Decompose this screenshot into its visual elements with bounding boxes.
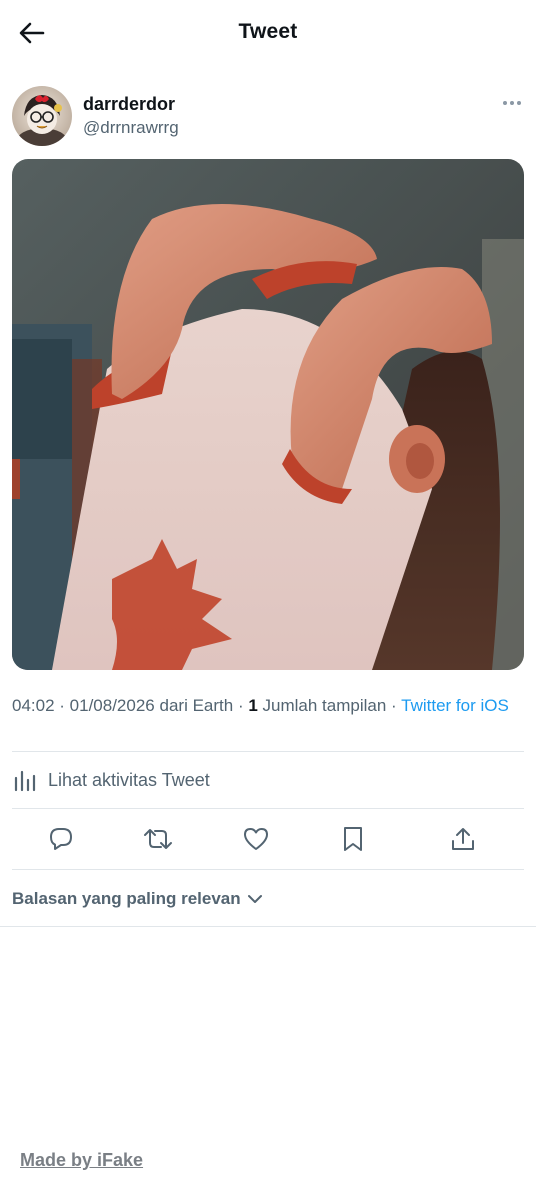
- photo-image: [12, 159, 524, 670]
- reply-icon: [50, 828, 72, 850]
- view-tweet-activity-button[interactable]: Lihat aktivitas Tweet: [12, 755, 524, 805]
- divider: [12, 869, 524, 870]
- replies-sort-dropdown[interactable]: Balasan yang paling relevan: [12, 886, 263, 912]
- divider: [12, 808, 524, 809]
- tweet-date: 01/08/2026: [69, 696, 155, 715]
- bookmark-icon: [344, 827, 362, 851]
- divider: [0, 926, 536, 927]
- tweet-source-link[interactable]: Twitter for iOS: [401, 696, 509, 715]
- tweet-author: darrderdor @drrnrawrrg: [12, 86, 524, 146]
- reply-button[interactable]: [46, 824, 76, 854]
- top-bar: Tweet: [0, 0, 536, 66]
- analytics-icon: [14, 770, 36, 792]
- more-options-button[interactable]: [500, 94, 524, 112]
- retweet-icon: [144, 829, 172, 849]
- tweet-meta: 04:02 · 01/08/2026 dari Earth · 1 Jumlah…: [12, 696, 509, 715]
- activity-label: Lihat aktivitas Tweet: [48, 769, 210, 790]
- tweet-actions-bar: [12, 812, 524, 868]
- watermark-link[interactable]: Made by iFake: [20, 1150, 143, 1171]
- share-icon: [452, 828, 474, 850]
- divider: [12, 751, 524, 752]
- tweet-photo[interactable]: [12, 159, 524, 670]
- tweet-time: 04:02: [12, 696, 55, 715]
- views-label: Jumlah tampilan: [262, 696, 387, 715]
- page-title: Tweet: [238, 20, 298, 43]
- replies-sort-label: Balasan yang paling relevan: [12, 889, 241, 908]
- user-handle[interactable]: @drrnrawrrg: [83, 118, 179, 138]
- avatar[interactable]: [12, 86, 72, 146]
- more-horizontal-icon: [503, 101, 521, 105]
- chevron-down-icon: [247, 895, 262, 903]
- share-button[interactable]: [448, 824, 478, 854]
- retweet-button[interactable]: [143, 824, 173, 854]
- tweet-location: dari Earth: [159, 696, 234, 715]
- display-name[interactable]: darrderdor: [83, 94, 175, 115]
- bookmark-button[interactable]: [338, 824, 368, 854]
- heart-icon: [244, 828, 268, 850]
- like-button[interactable]: [241, 824, 271, 854]
- views-count: 1: [248, 696, 258, 715]
